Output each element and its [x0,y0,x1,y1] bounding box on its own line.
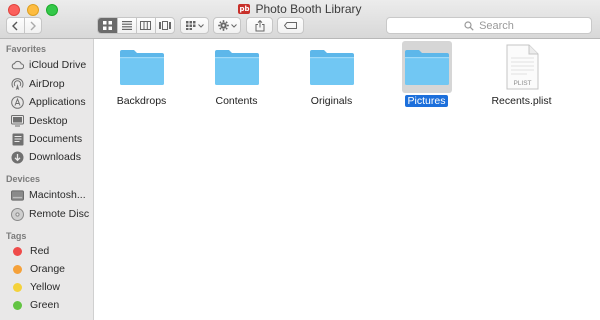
sidebar-tag-red[interactable]: Red [0,242,93,260]
file-browser: Backdrops Contents Originals Pictures PL… [94,39,600,320]
gallery-view-button[interactable] [154,18,175,33]
plist-badge: PLIST [513,80,531,87]
action-button[interactable] [213,17,241,34]
window-title-bar: pb Photo Booth Library [0,0,600,17]
sidebar-item-label: Remote Disc [29,208,90,220]
finder-window: pb Photo Booth Library Search Favorites … [0,0,600,320]
chevron-left-icon [12,21,18,30]
tag-button[interactable] [277,17,304,34]
file-icon-box [212,41,262,93]
plist-document-icon: PLIST [506,44,538,90]
file-item-contents[interactable]: Contents [189,41,284,107]
orange-tag-dot-icon [13,264,22,274]
file-icon-box: PLIST [497,41,547,93]
sidebar-item-macintosh-hd[interactable]: Macintosh... [0,186,93,204]
photo-booth-folder-icon: pb [238,3,251,14]
disc-icon [11,207,24,221]
nav-buttons [6,17,42,34]
columns-icon [140,21,152,30]
search-field[interactable]: Search [386,17,592,34]
sidebar-item-applications[interactable]: Applications [0,93,93,111]
share-icon [255,19,264,31]
sidebar-item-label: iCloud Drive [29,59,87,71]
sidebar-item-label: Macintosh... [29,189,86,201]
sidebar-item-remote-disc[interactable]: Remote Disc [0,205,93,223]
view-mode-control [97,17,175,34]
list-view-button[interactable] [117,18,136,33]
gear-icon [217,20,229,31]
sidebar-item-desktop[interactable]: Desktop [0,112,93,130]
share-button[interactable] [246,17,273,34]
toolbar: pb Photo Booth Library Search [0,0,600,39]
documents-icon [11,133,24,146]
chevron-right-icon [30,21,36,30]
arrange-button[interactable] [180,17,209,34]
devices-header: Devices [6,174,41,184]
file-name: Recents.plist [491,95,552,107]
applications-icon [11,95,24,109]
tag-icon [284,22,297,29]
sidebar-item-label: Orange [30,263,66,275]
file-name: Contents [215,95,258,107]
sidebar-item-icloud-drive[interactable]: iCloud Drive [0,56,93,74]
file-name-selected: Pictures [404,95,449,107]
sidebar-item-label: Green [30,299,60,311]
sidebar-item-label: Applications [29,96,86,108]
sidebar-item-label: Yellow [30,281,60,293]
sidebar-item-label: Downloads [29,151,81,163]
gallery-icon [158,21,171,30]
file-item-recents-plist[interactable]: PLIST Recents.plist [474,41,569,107]
sidebar-item-downloads[interactable]: Downloads [0,148,93,166]
tags-header: Tags [6,231,27,241]
search-icon [464,20,474,31]
airdrop-icon [11,77,24,91]
sidebar-item-airdrop[interactable]: AirDrop [0,75,93,93]
downloads-icon [11,151,24,164]
desktop-icon [11,115,24,128]
folder-icon [119,50,164,85]
cloud-icon [11,59,24,72]
sidebar: Favorites iCloud Drive AirDrop Applicati… [0,39,94,320]
sidebar-tag-orange[interactable]: Orange [0,260,93,278]
sidebar-item-label: Red [30,245,50,257]
yellow-tag-dot-icon [13,282,22,292]
folder-icon [309,50,354,85]
file-name: Originals [310,95,353,107]
file-item-originals[interactable]: Originals [284,41,379,107]
red-tag-dot-icon [13,246,22,256]
green-tag-dot-icon [13,300,22,310]
forward-button[interactable] [23,18,41,33]
window-title: Photo Booth Library [255,1,362,16]
column-view-button[interactable] [135,18,155,33]
sidebar-item-documents[interactable]: Documents [0,130,93,148]
icon-view-button[interactable] [98,18,118,33]
chevron-down-icon [197,23,204,28]
sidebar-item-label: Desktop [29,115,68,127]
file-icon-box [307,41,357,93]
chevron-down-icon [230,23,237,28]
grid-icon [103,21,113,30]
file-item-backdrops[interactable]: Backdrops [94,41,189,107]
sidebar-item-label: Documents [29,133,83,145]
file-icon-box-selected [401,41,452,93]
list-icon [122,21,133,30]
search-placeholder: Search [479,19,514,32]
file-item-pictures[interactable]: Pictures [379,41,474,107]
folder-icon [214,50,259,85]
file-icon-box [117,41,167,93]
arrange-grid-icon [185,21,195,30]
folder-icon [404,50,449,85]
favorites-header: Favorites [6,44,47,54]
hard-drive-icon [11,189,24,202]
sidebar-item-label: AirDrop [29,78,65,90]
sidebar-tag-yellow[interactable]: Yellow [0,278,93,296]
back-button[interactable] [7,18,24,33]
sidebar-tag-green[interactable]: Green [0,296,93,314]
file-name: Backdrops [116,95,167,107]
